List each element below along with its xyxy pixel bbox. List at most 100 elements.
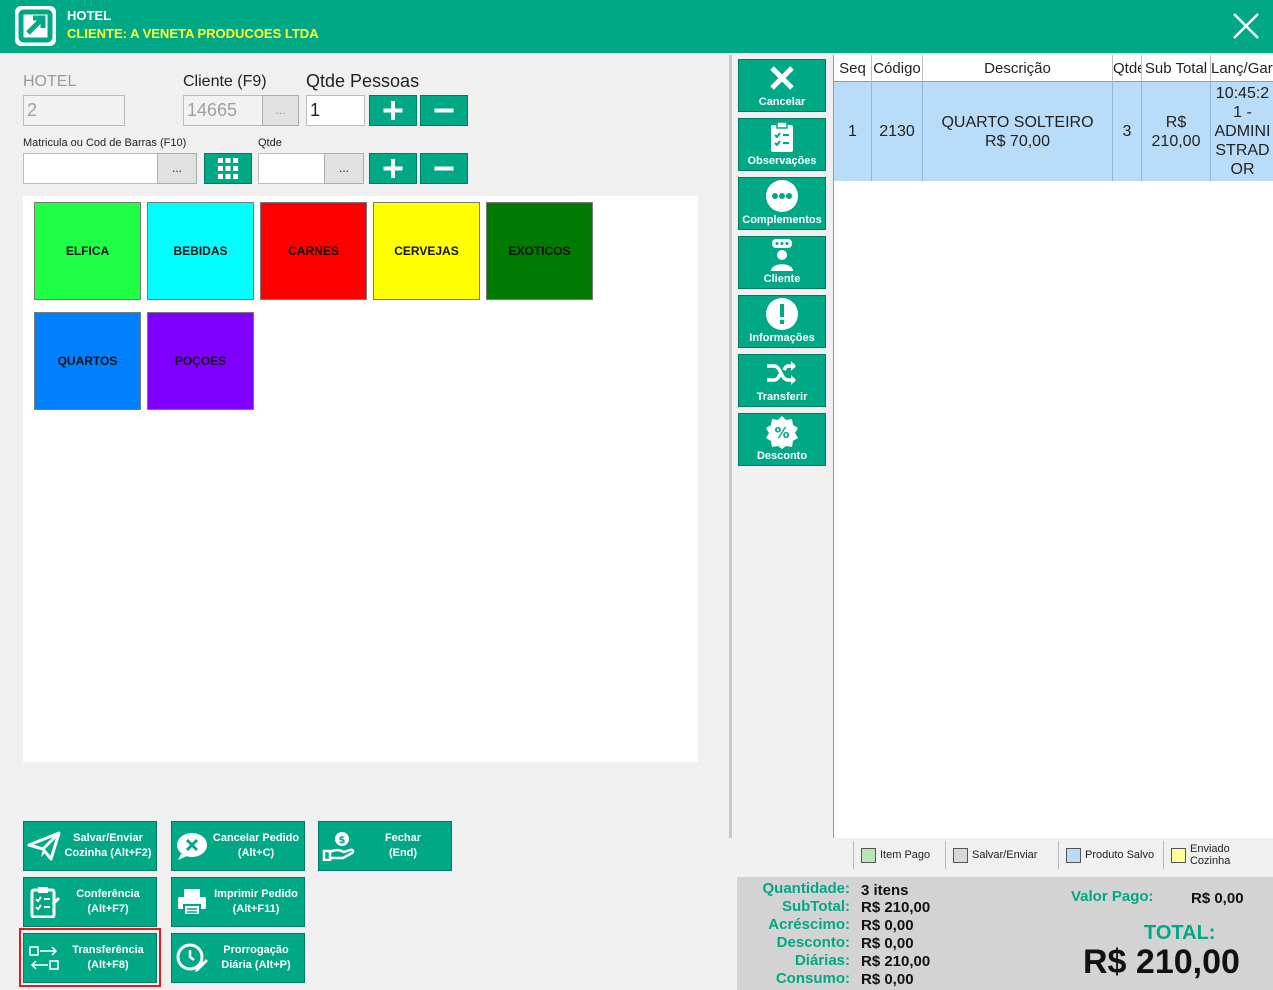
cliente-field[interactable]: 14665	[183, 95, 263, 126]
pessoas-plus-button[interactable]	[369, 95, 417, 126]
qtde-minus-button[interactable]	[420, 153, 468, 184]
paper-plane-icon	[27, 831, 61, 861]
cell-codigo: 2130	[872, 82, 923, 181]
category-cervejas[interactable]: CERVEJAS	[373, 202, 480, 300]
subtotal-label: SubTotal:	[781, 898, 850, 915]
column-header[interactable]: Sub Total	[1142, 55, 1211, 82]
window-title: HOTEL	[67, 8, 112, 23]
diarias-value: R$ 210,00	[861, 953, 931, 970]
desconto-button[interactable]: % Desconto	[738, 413, 826, 466]
transferir-button[interactable]: Transferir	[738, 354, 826, 407]
category-panel: ELFICA BEBIDAS CARNES CERVEJAS EXOTICOS …	[23, 196, 698, 762]
client-name: CLIENTE: A VENETA PRODUCOES LTDA	[67, 26, 319, 41]
svg-text:%: %	[774, 424, 789, 442]
clock-pen-icon	[176, 943, 208, 972]
matricula-label: Matricula ou Cod de Barras (F10)	[23, 137, 187, 149]
legend-swatch	[861, 847, 876, 863]
cell-descricao: QUARTO SOLTEIRO R$ 70,00	[923, 82, 1113, 181]
cancelar-label: Cancelar	[758, 96, 806, 108]
cell-qtde: 3	[1113, 82, 1142, 181]
cancelar-button[interactable]: Cancelar	[738, 59, 826, 112]
salvar-enviar-button[interactable]: Salvar/Enviar Cozinha (Alt+F2)	[23, 821, 157, 871]
items-grid[interactable]: Seq Código Descrição Qtde Sub Total Lanç…	[833, 55, 1273, 838]
conferencia-button[interactable]: Conferência (Alt+F7)	[23, 877, 157, 927]
column-header[interactable]: Descrição	[923, 55, 1113, 82]
app-logo-icon	[15, 6, 56, 46]
info-exclamation-icon	[766, 298, 798, 330]
total-label: TOTAL:	[1144, 922, 1216, 944]
prorrogacao-label: Prorrogação Diária (Alt+P)	[221, 944, 291, 971]
fechar-button[interactable]: $ Fechar (End)	[318, 821, 452, 871]
observacoes-label: Observações	[747, 155, 817, 167]
totals-panel: Quantidade: 3 itens SubTotal: R$ 210,00 …	[737, 877, 1273, 990]
prorrogacao-button[interactable]: Prorrogação Diária (Alt+P)	[171, 933, 305, 983]
imprimir-pedido-button[interactable]: Imprimir Pedido (Alt+F11)	[171, 877, 305, 927]
matricula-search-button[interactable]: ...	[157, 153, 197, 184]
selection-highlight	[19, 928, 161, 987]
column-header[interactable]: Lanç/Garç	[1211, 55, 1273, 82]
qtde-pessoas-field[interactable]: 1	[306, 95, 365, 126]
legend-salvar-enviar: Salvar/Enviar	[945, 841, 1055, 869]
minus-icon	[434, 108, 454, 113]
more-dots-icon	[766, 180, 798, 212]
shuffle-icon	[767, 361, 796, 385]
valor-pago-label: Valor Pago:	[1071, 888, 1154, 905]
qtde-search-button[interactable]: ...	[324, 153, 364, 184]
category-bebidas[interactable]: BEBIDAS	[147, 202, 254, 300]
legend-label: Salvar/Enviar	[972, 849, 1038, 861]
salvar-enviar-label: Salvar/Enviar Cozinha (Alt+F2)	[64, 832, 152, 859]
consumo-label: Consumo:	[775, 970, 850, 987]
category-carnes[interactable]: CARNES	[260, 202, 367, 300]
panel-divider	[729, 55, 732, 838]
legend-produto-salvo: Produto Salvo	[1058, 841, 1163, 869]
clipboard-check-icon	[30, 887, 61, 918]
column-header[interactable]: Qtde	[1113, 55, 1142, 82]
legend-swatch	[953, 847, 968, 863]
clipboard-list-icon	[771, 121, 793, 152]
cancelar-pedido-button[interactable]: Cancelar Pedido (Alt+C)	[171, 821, 305, 871]
quantidade-value: 3 itens	[861, 882, 909, 899]
legend-label: Enviado Cozinha	[1189, 843, 1231, 867]
hand-money-icon: $	[322, 832, 355, 861]
svg-text:$: $	[339, 835, 346, 846]
minus-icon	[434, 166, 454, 171]
column-header[interactable]: Seq	[834, 55, 872, 82]
informacoes-button[interactable]: Informações	[738, 295, 826, 348]
table-row[interactable]: 1 2130 QUARTO SOLTEIRO R$ 70,00 3 R$ 210…	[834, 82, 1273, 181]
title-bar: HOTEL CLIENTE: A VENETA PRODUCOES LTDA	[0, 0, 1273, 53]
qtde-label: Qtde	[258, 137, 282, 149]
close-icon[interactable]	[1228, 8, 1264, 44]
cliente-label: Cliente (F9)	[183, 73, 267, 90]
legend-label: Item Pago	[880, 849, 931, 861]
pessoas-minus-button[interactable]	[420, 95, 468, 126]
category-exoticos[interactable]: EXOTICOS	[486, 202, 593, 300]
category-pocoes[interactable]: POÇOES	[147, 312, 254, 410]
acrescimo-label: Acréscimo:	[768, 916, 850, 933]
hotel-field[interactable]: 2	[23, 95, 125, 126]
user-chat-icon	[771, 239, 793, 271]
cell-seq: 1	[834, 82, 872, 181]
plus-icon	[383, 159, 403, 178]
conferencia-label: Conferência (Alt+F7)	[76, 888, 140, 915]
column-header[interactable]: Código	[872, 55, 923, 82]
complementos-label: Complementos	[742, 214, 822, 226]
category-elfica[interactable]: ELFICA	[34, 202, 141, 300]
cliente-search-button[interactable]: ...	[262, 95, 299, 126]
total-value: R$ 210,00	[1083, 943, 1240, 981]
complementos-button[interactable]: Complementos	[738, 177, 826, 230]
keypad-button[interactable]	[204, 153, 252, 184]
keypad-grid-icon	[218, 158, 238, 179]
cell-lancamento: 10:45:2 1 - ADMINI STRAD OR	[1214, 85, 1271, 178]
qtde-field[interactable]	[258, 153, 325, 184]
cliente-button[interactable]: Cliente	[738, 236, 826, 289]
qtde-pessoas-label: Qtde Pessoas	[306, 71, 420, 91]
diarias-label: Diárias:	[794, 952, 850, 969]
percent-badge-icon: %	[766, 416, 798, 449]
qtde-plus-button[interactable]	[369, 153, 417, 184]
subtotal-value: R$ 210,00	[861, 899, 931, 916]
cancelar-pedido-label: Cancelar Pedido (Alt+C)	[212, 832, 300, 859]
observacoes-button[interactable]: Observações	[738, 118, 826, 171]
matricula-field[interactable]	[23, 153, 158, 184]
valor-pago-value: R$ 0,00	[1191, 890, 1244, 907]
category-quartos[interactable]: QUARTOS	[34, 312, 141, 410]
